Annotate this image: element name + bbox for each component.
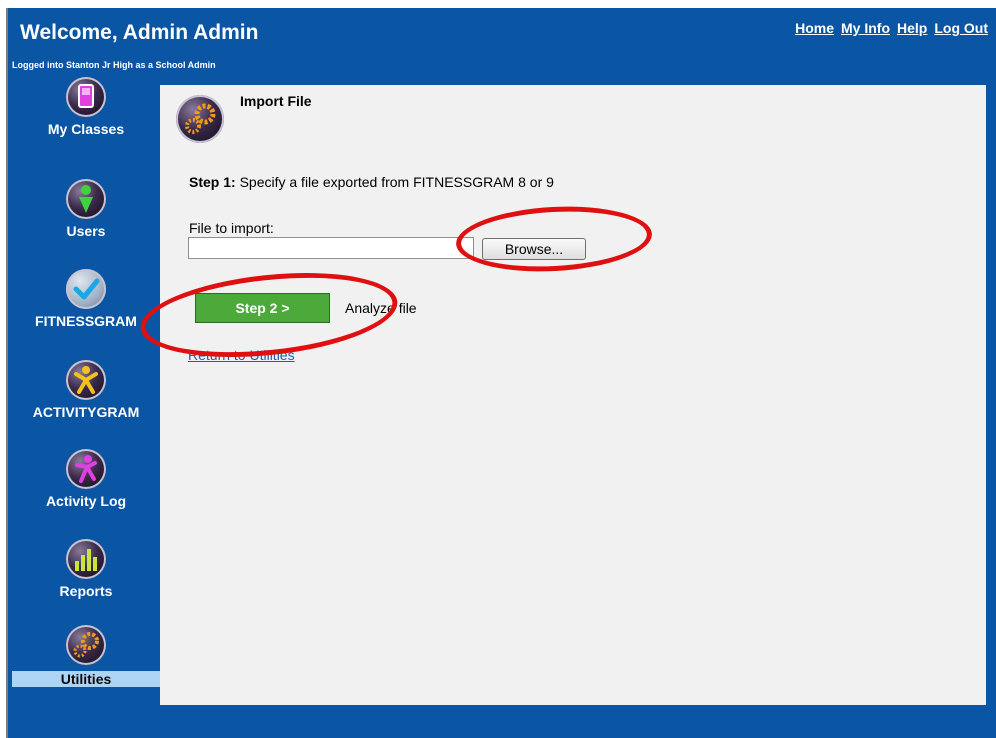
step2-button[interactable]: Step 2 > — [195, 293, 330, 323]
footer-bar — [160, 705, 988, 738]
step1-instruction: Step 1: Specify a file exported from FIT… — [189, 174, 554, 190]
file-to-import-label: File to import: — [189, 220, 274, 236]
sidebar-item-label: Users — [66, 223, 106, 239]
sidebar-item-fitnessgram[interactable]: FITNESSGRAM — [12, 269, 160, 329]
step1-label: Step 1: — [189, 174, 236, 190]
home-link[interactable]: Home — [795, 20, 834, 36]
sidebar-item-utilities[interactable]: Utilities — [12, 625, 160, 687]
logged-in-status: Logged into Stanton Jr High as a School … — [12, 60, 216, 70]
window-left-edge — [0, 0, 8, 738]
browse-button[interactable]: Browse... — [482, 238, 586, 260]
step1-text: Specify a file exported from FITNESSGRAM… — [239, 174, 554, 190]
sidebar-item-reports[interactable]: Reports — [12, 539, 160, 599]
sidebar-item-label: Reports — [59, 583, 113, 599]
main-content: Import File Step 1: Specify a file expor… — [136, 85, 986, 705]
bar-chart-icon — [66, 539, 106, 579]
top-nav-links: Home My Info Help Log Out — [795, 20, 988, 36]
gears-icon — [176, 95, 224, 143]
log-out-link[interactable]: Log Out — [934, 20, 988, 36]
running-figure-icon — [66, 449, 106, 489]
sidebar-item-my-classes[interactable]: My Classes — [12, 77, 160, 137]
page-title: Import File — [240, 93, 312, 109]
help-link[interactable]: Help — [897, 20, 927, 36]
sidebar-item-label: My Classes — [47, 121, 125, 137]
checkmark-icon — [66, 269, 106, 309]
gears-icon — [66, 625, 106, 665]
classroom-door-icon — [66, 77, 106, 117]
analyze-file-text: Analyze file — [345, 300, 417, 316]
user-person-icon — [66, 179, 106, 219]
sidebar-item-label: ACTIVITYGRAM — [32, 404, 140, 420]
welcome-heading: Welcome, Admin Admin — [20, 21, 259, 44]
return-to-utilities-link[interactable]: Return to Utilities — [188, 347, 295, 363]
my-info-link[interactable]: My Info — [841, 20, 890, 36]
sidebar-item-users[interactable]: Users — [12, 179, 160, 239]
file-path-input[interactable] — [188, 237, 474, 259]
sidebar-item-activity-log[interactable]: Activity Log — [12, 449, 160, 509]
sidebar-item-label: Activity Log — [45, 493, 127, 509]
sidebar-item-activitygram[interactable]: ACTIVITYGRAM — [12, 360, 160, 420]
sidebar-item-label: Utilities — [12, 671, 160, 687]
activity-figure-icon — [66, 360, 106, 400]
sidebar-item-label: FITNESSGRAM — [35, 313, 137, 329]
